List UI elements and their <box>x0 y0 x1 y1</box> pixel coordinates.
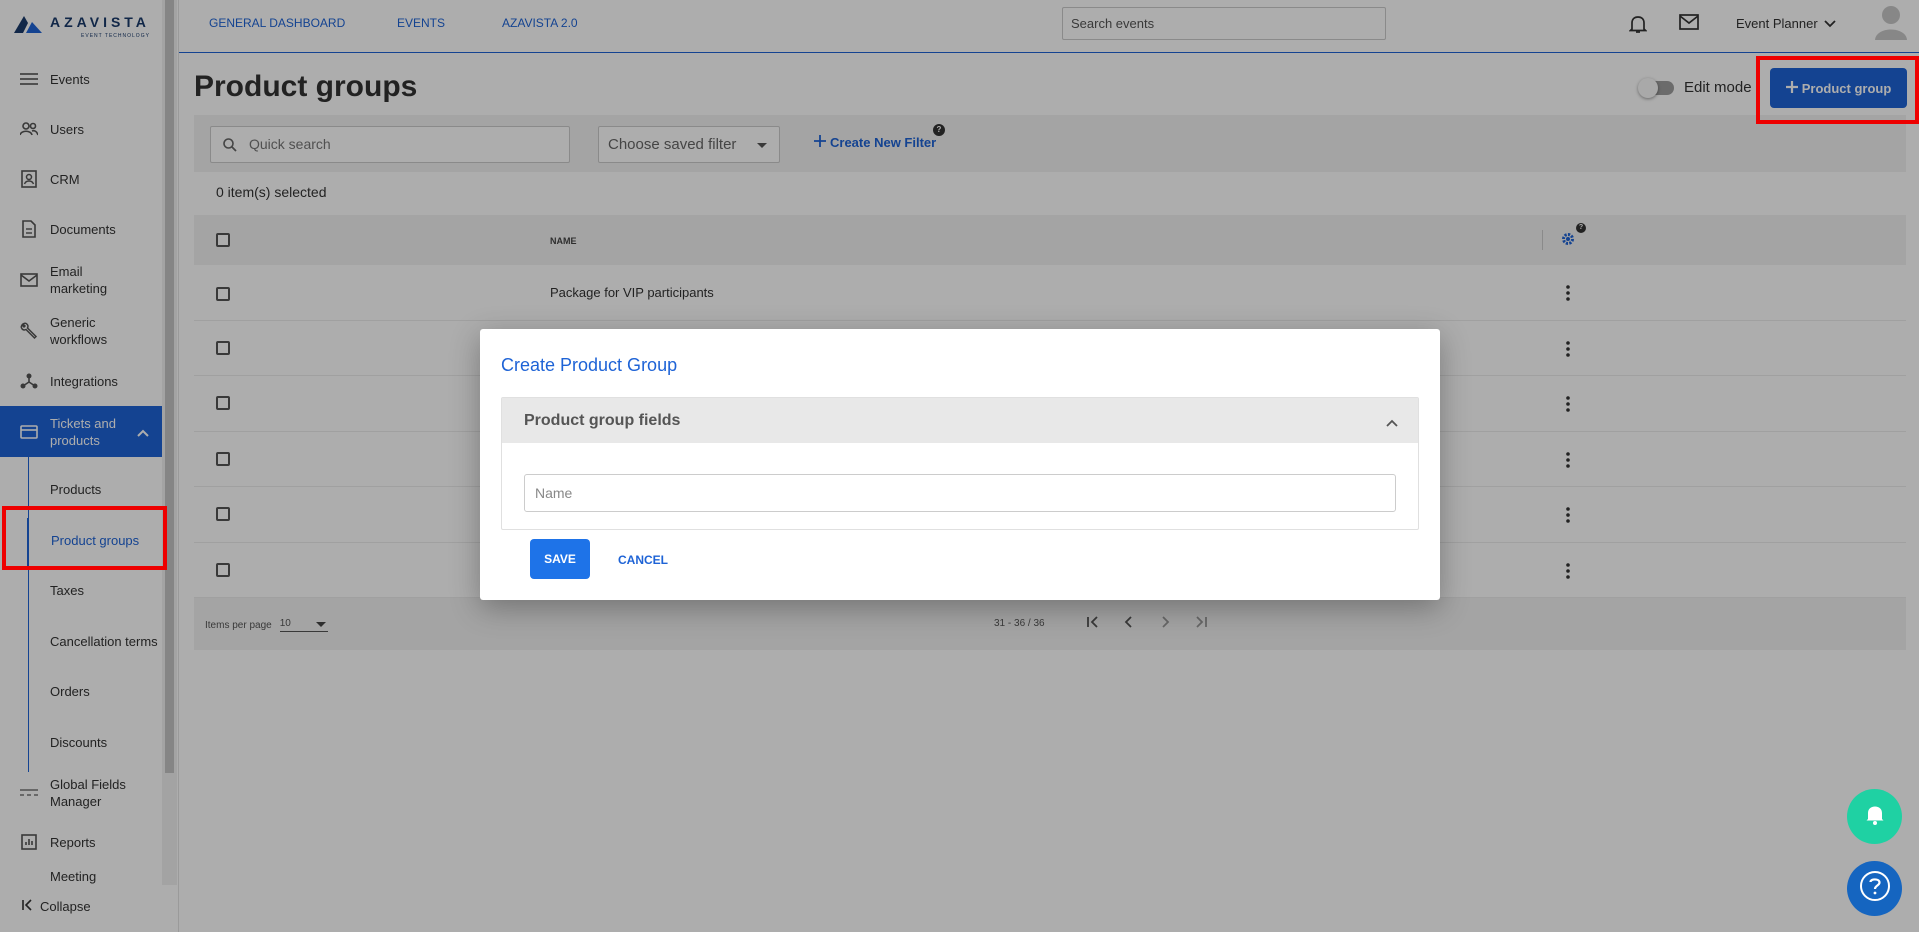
notifications-fab[interactable] <box>1847 789 1902 844</box>
create-product-group-dialog: Create Product Group Product group field… <box>480 329 1440 600</box>
bell-icon <box>1865 803 1885 830</box>
save-button[interactable]: SAVE <box>530 539 590 579</box>
panel-title: Product group fields <box>524 412 681 429</box>
cancel-button[interactable]: CANCEL <box>618 553 668 567</box>
chevron-up-icon[interactable] <box>1386 414 1398 432</box>
dialog-title: Create Product Group <box>501 355 678 375</box>
highlight-add-button <box>1756 56 1919 124</box>
highlight-product-groups <box>2 506 167 570</box>
panel-header[interactable]: Product group fields <box>502 398 1418 443</box>
question-mark-icon <box>1859 870 1891 907</box>
help-fab[interactable] <box>1847 861 1902 916</box>
name-field[interactable]: Name <box>524 474 1396 512</box>
product-group-fields-panel: Product group fields Name <box>501 397 1419 530</box>
